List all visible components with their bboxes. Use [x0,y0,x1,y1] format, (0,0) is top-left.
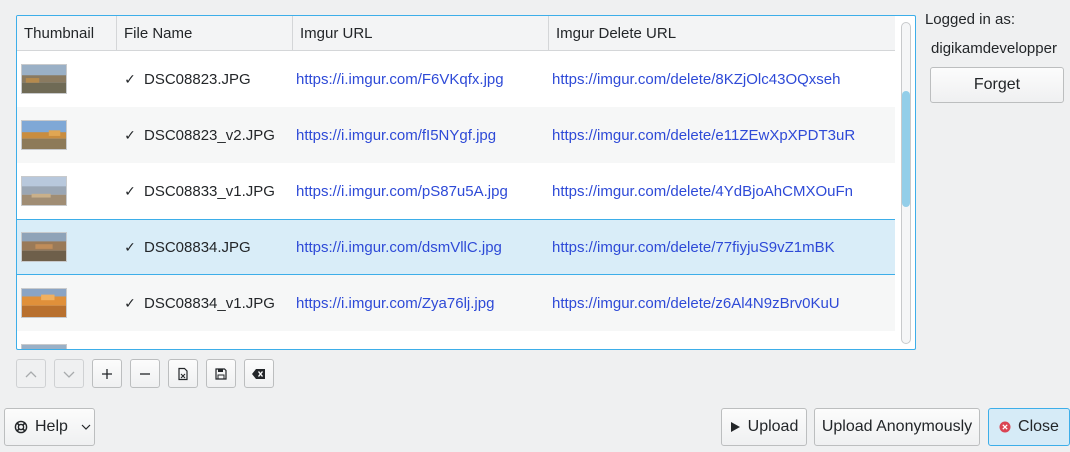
clear-processed-button[interactable] [244,359,274,388]
clear-processed-icon [252,368,265,379]
header-imgur-delete-url[interactable]: Imgur Delete URL [549,16,895,51]
imgur-url-cell[interactable]: https://i.imgur.com/dsmVllC.jpg [293,220,549,274]
imgur-delete-url-link[interactable]: https://imgur.com/delete/e11ZEwXpXPDT3uR [552,127,855,144]
upload-anonymously-label: Upload Anonymously [821,418,973,435]
imgur-delete-url-cell[interactable]: https://imgur.com/delete/8KZjOlc43OQxseh [549,52,895,106]
chevron-up-icon [25,370,37,377]
imgur-url-cell[interactable]: https://i.imgur.com/F6VKqfx.jpg [293,52,549,106]
imgur-delete-url-cell[interactable]: https://imgur.com/delete/z6Al4N9zBrv0KuU [549,276,895,330]
file-name-cell: ✓ DSC08834_v1.JPG [117,276,293,330]
file-name-cell: ✓ DSC08833_v1.JPG [117,164,293,218]
thumbnail-cell [17,220,117,274]
thumbnail-cell [17,108,117,162]
scrollbar-handle[interactable] [902,91,910,207]
move-down-button[interactable] [54,359,84,388]
checkmark-icon: ✓ [124,182,136,199]
username-label: digikamdevelopper [931,40,1057,57]
save-icon [215,367,227,380]
imgur-delete-url-link[interactable]: https://imgur.com/delete/77fiyjuS9vZ1mBK [552,239,835,256]
chevron-down-icon [80,421,92,433]
play-icon [730,421,741,433]
logged-in-label: Logged in as: [924,11,1016,28]
plus-icon [102,368,112,379]
table-body: ✓ DSC08823.JPG https://i.imgur.com/F6VKq… [17,51,895,349]
table-header: Thumbnail File Name Imgur URL Imgur Dele… [17,16,895,51]
thumbnail-cell [17,276,117,330]
clear-list-icon [178,367,188,380]
imgur-url-cell[interactable]: https://i.imgur.com/Zya76lj.jpg [293,276,549,330]
forget-button-label: Forget [973,76,1021,93]
imgur-url-cell[interactable]: https://i.imgur.com/pS87u5A.jpg [293,164,549,218]
header-thumbnail[interactable]: Thumbnail [17,16,117,51]
file-name: DSC08823_v2.JPG [144,126,275,144]
imgur-url-link[interactable]: https://i.imgur.com/Zya76lj.jpg [296,295,494,312]
file-name-cell: ✓ DSC08834.JPG [117,220,293,274]
file-name-cell: ✓ DSC08823_v2.JPG [117,108,293,162]
vertical-scrollbar[interactable] [901,22,911,344]
move-up-button[interactable] [16,359,46,388]
thumbnail-cell [17,52,117,106]
file-name: DSC08833_v1.JPG [144,182,275,200]
upload-anonymously-button[interactable]: Upload Anonymously [814,408,980,446]
file-name: DSC08834_v1.JPG [144,294,275,312]
checkmark-icon: ✓ [124,70,136,87]
photo-thumbnail [21,176,67,206]
imgur-url-link[interactable]: https://i.imgur.com/pS87u5A.jpg [296,183,508,200]
photo-thumbnail [21,288,67,318]
save-list-button[interactable] [206,359,236,388]
header-imgur-url[interactable]: Imgur URL [293,16,549,51]
add-images-button[interactable] [92,359,122,388]
thumbnail-cell [17,332,117,349]
thumbnail-cell [17,164,117,218]
close-button-label: Close [1018,418,1059,435]
forget-button[interactable]: Forget [930,67,1064,103]
close-icon [999,421,1011,433]
minus-icon [140,372,150,375]
remove-images-button[interactable] [130,359,160,388]
file-name-cell: ✓ DSC08823.JPG [117,52,293,106]
imgur-delete-url-cell[interactable]: https://imgur.com/delete/77fiyjuS9vZ1mBK [549,220,895,274]
help-button-label: Help [35,418,68,435]
header-file-name[interactable]: File Name [117,16,293,51]
imgur-url-cell[interactable]: https://i.imgur.com/fI5NYgf.jpg [293,108,549,162]
upload-button-label: Upload [747,418,799,435]
checkmark-icon: ✓ [124,126,136,143]
checkmark-icon: ✓ [124,294,136,311]
imgur-delete-url-cell[interactable]: https://imgur.com/delete/e11ZEwXpXPDT3uR [549,108,895,162]
table-row[interactable]: ✓ DSC08823_v2.JPG https://i.imgur.com/fI… [17,107,895,163]
close-button[interactable]: Close [988,408,1070,446]
photo-thumbnail [21,120,67,150]
help-button[interactable]: Help [4,408,95,446]
table-row[interactable]: ✓ DSC08834_v1.JPG https://i.imgur.com/Zy… [17,275,895,331]
imgur-delete-url-link[interactable]: https://imgur.com/delete/8KZjOlc43OQxseh [552,71,840,88]
upload-button[interactable]: Upload [721,408,807,446]
checkmark-icon: ✓ [124,238,136,255]
table-row-selected[interactable]: ✓ DSC08834.JPG https://i.imgur.com/dsmVl… [17,219,895,275]
table-row-partial[interactable] [17,331,895,349]
photo-thumbnail [21,64,67,94]
photo-thumbnail [21,344,67,349]
imgur-delete-url-link[interactable]: https://imgur.com/delete/4YdBjoAhCMXOuFn [552,183,853,200]
upload-list-table[interactable]: Thumbnail File Name Imgur URL Imgur Dele… [16,15,916,350]
lifebuoy-icon [14,420,28,434]
table-row[interactable]: ✓ DSC08823.JPG https://i.imgur.com/F6VKq… [17,51,895,107]
imgur-url-link[interactable]: https://i.imgur.com/F6VKqfx.jpg [296,71,504,88]
imgur-delete-url-link[interactable]: https://imgur.com/delete/z6Al4N9zBrv0KuU [552,295,840,312]
imgur-delete-url-cell[interactable]: https://imgur.com/delete/4YdBjoAhCMXOuFn [549,164,895,218]
photo-thumbnail [21,232,67,262]
file-name: DSC08834.JPG [144,238,251,256]
imgur-url-link[interactable]: https://i.imgur.com/fI5NYgf.jpg [296,127,496,144]
chevron-down-icon [63,371,75,378]
clear-list-button[interactable] [168,359,198,388]
table-row[interactable]: ✓ DSC08833_v1.JPG https://i.imgur.com/pS… [17,163,895,219]
file-name: DSC08823.JPG [144,70,251,88]
imgur-url-link[interactable]: https://i.imgur.com/dsmVllC.jpg [296,239,502,256]
